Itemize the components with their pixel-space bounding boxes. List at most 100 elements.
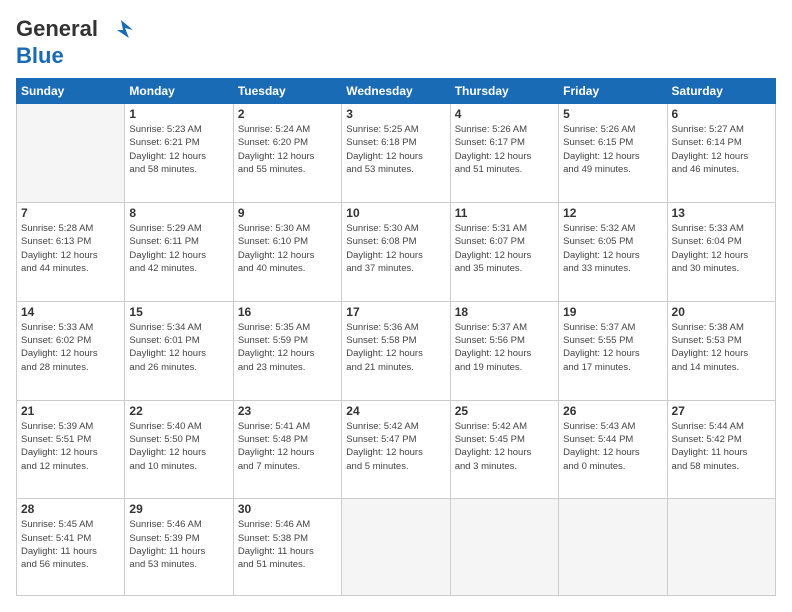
weekday-header-wednesday: Wednesday [342, 79, 450, 104]
calendar-cell: 8 Sunrise: 5:29 AM Sunset: 6:11 PM Daylig… [125, 203, 233, 302]
day-info: Sunrise: 5:30 AM Sunset: 6:08 PM Dayligh… [346, 222, 445, 275]
day-info: Sunrise: 5:42 AM Sunset: 5:47 PM Dayligh… [346, 420, 445, 473]
day-info: Sunrise: 5:27 AM Sunset: 6:14 PM Dayligh… [672, 123, 771, 176]
logo: General Blue [16, 16, 135, 68]
calendar-cell: 1Sunrise: 5:23 AM Sunset: 6:21 PM Daylig… [125, 104, 233, 203]
day-number: 12 [563, 206, 662, 220]
weekday-header-row: SundayMondayTuesdayWednesdayThursdayFrid… [17, 79, 776, 104]
calendar-cell [17, 104, 125, 203]
weekday-header-sunday: Sunday [17, 79, 125, 104]
calendar-cell: 24 Sunrise: 5:42 AM Sunset: 5:47 PM Dayli… [342, 400, 450, 499]
calendar-cell: 12 Sunrise: 5:32 AM Sunset: 6:05 PM Dayli… [559, 203, 667, 302]
calendar-cell [667, 499, 775, 596]
day-info: Sunrise: 5:28 AM Sunset: 6:13 PM Dayligh… [21, 222, 120, 275]
calendar-cell: 22 Sunrise: 5:40 AM Sunset: 5:50 PM Dayli… [125, 400, 233, 499]
calendar-cell: 9 Sunrise: 5:30 AM Sunset: 6:10 PM Daylig… [233, 203, 341, 302]
day-info: Sunrise: 5:42 AM Sunset: 5:45 PM Dayligh… [455, 420, 554, 473]
calendar-cell: 16 Sunrise: 5:35 AM Sunset: 5:59 PM Dayli… [233, 301, 341, 400]
calendar-cell: 29 Sunrise: 5:46 AM Sunset: 5:39 PM Dayli… [125, 499, 233, 596]
day-info: Sunrise: 5:46 AM Sunset: 5:38 PM Dayligh… [238, 518, 337, 571]
day-number: 21 [21, 404, 120, 418]
calendar-week-1: 1Sunrise: 5:23 AM Sunset: 6:21 PM Daylig… [17, 104, 776, 203]
calendar-cell: 25Sunrise: 5:42 AM Sunset: 5:45 PM Dayli… [450, 400, 558, 499]
day-info: Sunrise: 5:44 AM Sunset: 5:42 PM Dayligh… [672, 420, 771, 473]
calendar-cell: 6 Sunrise: 5:27 AM Sunset: 6:14 PM Daylig… [667, 104, 775, 203]
page: General Blue SundayMondayTuesdayWednesda… [0, 0, 792, 612]
calendar-cell: 4Sunrise: 5:26 AM Sunset: 6:17 PM Daylig… [450, 104, 558, 203]
day-number: 19 [563, 305, 662, 319]
calendar-cell: 5Sunrise: 5:26 AM Sunset: 6:15 PM Daylig… [559, 104, 667, 203]
logo-general: General [16, 16, 98, 41]
day-info: Sunrise: 5:31 AM Sunset: 6:07 PM Dayligh… [455, 222, 554, 275]
day-number: 29 [129, 502, 228, 516]
weekday-header-friday: Friday [559, 79, 667, 104]
day-info: Sunrise: 5:39 AM Sunset: 5:51 PM Dayligh… [21, 420, 120, 473]
calendar-cell: 23 Sunrise: 5:41 AM Sunset: 5:48 PM Dayli… [233, 400, 341, 499]
day-number: 10 [346, 206, 445, 220]
calendar-cell: 27 Sunrise: 5:44 AM Sunset: 5:42 PM Dayli… [667, 400, 775, 499]
day-number: 27 [672, 404, 771, 418]
logo-blue: Blue [16, 44, 135, 68]
calendar-cell [450, 499, 558, 596]
calendar-week-2: 7 Sunrise: 5:28 AM Sunset: 6:13 PM Daylig… [17, 203, 776, 302]
day-number: 22 [129, 404, 228, 418]
calendar-week-4: 21 Sunrise: 5:39 AM Sunset: 5:51 PM Dayli… [17, 400, 776, 499]
calendar-cell [559, 499, 667, 596]
day-number: 30 [238, 502, 337, 516]
day-number: 16 [238, 305, 337, 319]
day-number: 26 [563, 404, 662, 418]
header: General Blue [16, 16, 776, 68]
day-info: Sunrise: 5:24 AM Sunset: 6:20 PM Dayligh… [238, 123, 337, 176]
calendar-cell: 14Sunrise: 5:33 AM Sunset: 6:02 PM Dayli… [17, 301, 125, 400]
day-number: 3 [346, 107, 445, 121]
day-number: 6 [672, 107, 771, 121]
calendar-cell: 7 Sunrise: 5:28 AM Sunset: 6:13 PM Daylig… [17, 203, 125, 302]
day-number: 8 [129, 206, 228, 220]
calendar-week-5: 28Sunrise: 5:45 AM Sunset: 5:41 PM Dayli… [17, 499, 776, 596]
day-number: 13 [672, 206, 771, 220]
calendar-cell: 11 Sunrise: 5:31 AM Sunset: 6:07 PM Dayli… [450, 203, 558, 302]
day-info: Sunrise: 5:34 AM Sunset: 6:01 PM Dayligh… [129, 321, 228, 374]
day-number: 24 [346, 404, 445, 418]
weekday-header-monday: Monday [125, 79, 233, 104]
day-number: 23 [238, 404, 337, 418]
day-number: 28 [21, 502, 120, 516]
day-info: Sunrise: 5:37 AM Sunset: 5:55 PM Dayligh… [563, 321, 662, 374]
calendar-cell: 2 Sunrise: 5:24 AM Sunset: 6:20 PM Daylig… [233, 104, 341, 203]
day-number: 18 [455, 305, 554, 319]
day-info: Sunrise: 5:25 AM Sunset: 6:18 PM Dayligh… [346, 123, 445, 176]
day-number: 11 [455, 206, 554, 220]
day-info: Sunrise: 5:33 AM Sunset: 6:04 PM Dayligh… [672, 222, 771, 275]
calendar-week-3: 14Sunrise: 5:33 AM Sunset: 6:02 PM Dayli… [17, 301, 776, 400]
day-number: 15 [129, 305, 228, 319]
day-info: Sunrise: 5:36 AM Sunset: 5:58 PM Dayligh… [346, 321, 445, 374]
day-info: Sunrise: 5:30 AM Sunset: 6:10 PM Dayligh… [238, 222, 337, 275]
day-info: Sunrise: 5:35 AM Sunset: 5:59 PM Dayligh… [238, 321, 337, 374]
calendar-cell: 28Sunrise: 5:45 AM Sunset: 5:41 PM Dayli… [17, 499, 125, 596]
day-info: Sunrise: 5:46 AM Sunset: 5:39 PM Dayligh… [129, 518, 228, 571]
calendar-cell: 15 Sunrise: 5:34 AM Sunset: 6:01 PM Dayli… [125, 301, 233, 400]
day-info: Sunrise: 5:43 AM Sunset: 5:44 PM Dayligh… [563, 420, 662, 473]
calendar-cell: 3 Sunrise: 5:25 AM Sunset: 6:18 PM Daylig… [342, 104, 450, 203]
weekday-header-thursday: Thursday [450, 79, 558, 104]
logo-bird-icon [107, 16, 135, 44]
day-info: Sunrise: 5:33 AM Sunset: 6:02 PM Dayligh… [21, 321, 120, 374]
weekday-header-tuesday: Tuesday [233, 79, 341, 104]
day-number: 17 [346, 305, 445, 319]
day-info: Sunrise: 5:32 AM Sunset: 6:05 PM Dayligh… [563, 222, 662, 275]
calendar-cell [342, 499, 450, 596]
day-info: Sunrise: 5:26 AM Sunset: 6:15 PM Dayligh… [563, 123, 662, 176]
calendar-cell: 21 Sunrise: 5:39 AM Sunset: 5:51 PM Dayli… [17, 400, 125, 499]
day-info: Sunrise: 5:41 AM Sunset: 5:48 PM Dayligh… [238, 420, 337, 473]
calendar-cell: 19 Sunrise: 5:37 AM Sunset: 5:55 PM Dayli… [559, 301, 667, 400]
day-number: 7 [21, 206, 120, 220]
day-info: Sunrise: 5:40 AM Sunset: 5:50 PM Dayligh… [129, 420, 228, 473]
day-info: Sunrise: 5:29 AM Sunset: 6:11 PM Dayligh… [129, 222, 228, 275]
day-info: Sunrise: 5:23 AM Sunset: 6:21 PM Dayligh… [129, 123, 228, 176]
day-number: 2 [238, 107, 337, 121]
calendar-cell: 13 Sunrise: 5:33 AM Sunset: 6:04 PM Dayli… [667, 203, 775, 302]
day-number: 20 [672, 305, 771, 319]
day-number: 9 [238, 206, 337, 220]
calendar-table: SundayMondayTuesdayWednesdayThursdayFrid… [16, 78, 776, 596]
weekday-header-saturday: Saturday [667, 79, 775, 104]
